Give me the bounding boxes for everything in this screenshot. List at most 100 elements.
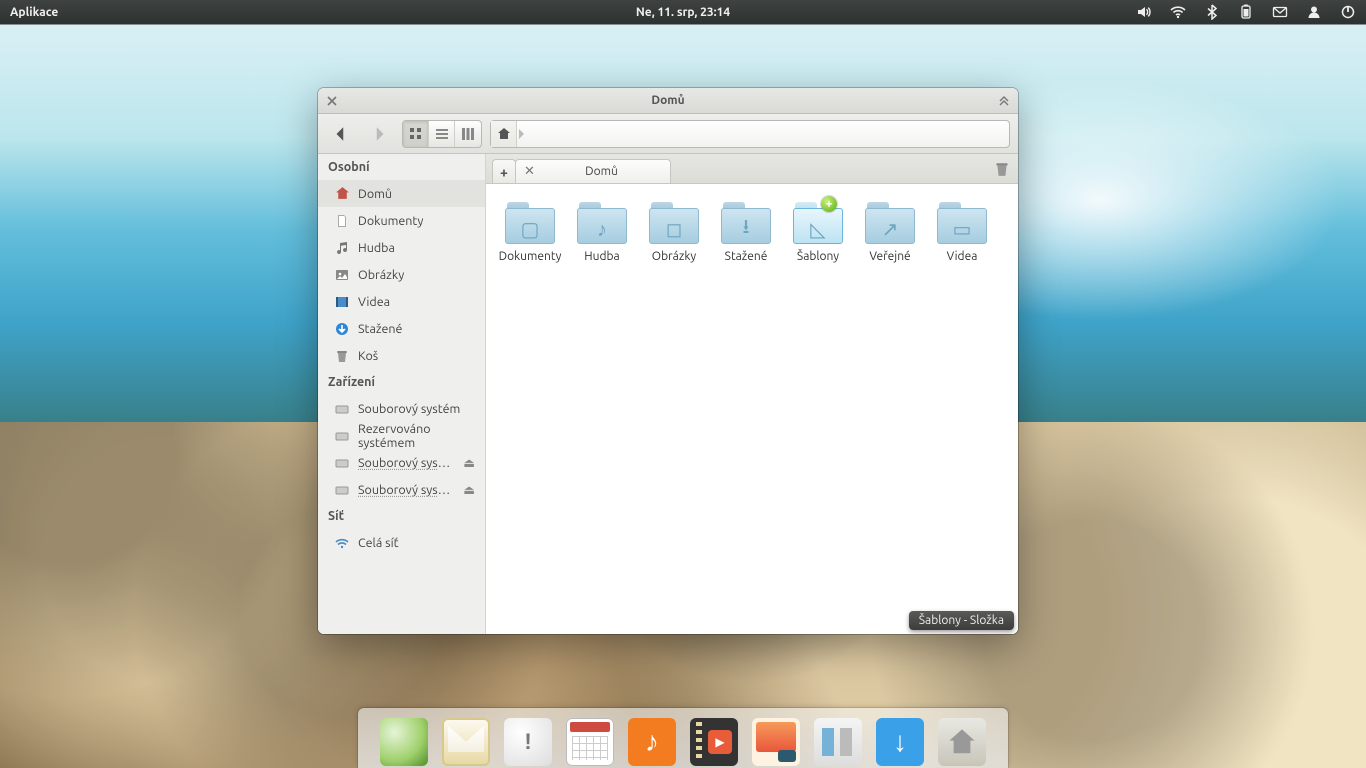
sidebar-item-label: Souborový systé… [358,483,454,497]
new-tab-button[interactable]: + [492,159,516,183]
home-icon [334,186,350,202]
sidebar-item-network[interactable]: Celá síť [318,529,485,556]
file-manager-window: Domů Osobní Domů Dokumenty [318,88,1018,634]
templates-icon: ◺ [791,212,845,246]
videos-icon: ▭ [935,212,989,246]
dock-calendar[interactable] [566,718,614,766]
dock [358,708,1008,768]
sidebar-heading-personal: Osobní [318,154,485,180]
folder-music[interactable]: ♪ Hudba [566,200,638,263]
document-icon: ▢ [503,212,557,246]
sidebar-item-documents[interactable]: Dokumenty [318,207,485,234]
tab-label: Domů [541,165,662,178]
folder-label: Veřejné [869,250,910,263]
sidebar-item-label: Hudba [358,241,395,255]
applications-menu[interactable]: Aplikace [10,6,58,19]
new-badge-icon: + [821,196,837,212]
folder-public[interactable]: ↗ Veřejné [854,200,926,263]
power-icon[interactable] [1340,4,1356,20]
sidebar-item-pictures[interactable]: Obrázky [318,261,485,288]
folder-videos[interactable]: ▭ Videa [926,200,998,263]
sidebar-item-filesystem-3[interactable]: Souborový systé… ⏏ [318,476,485,503]
sidebar-item-label: Souborový systém [358,402,460,416]
nav-forward-button[interactable] [364,120,394,148]
sidebar-item-downloads[interactable]: Stažené [318,315,485,342]
view-mode-switcher [402,120,482,148]
folder-label: Dokumenty [499,250,562,263]
sidebar-item-label: Rezervováno systémem [358,422,475,450]
sidebar-item-videos[interactable]: Videa [318,288,485,315]
sidebar-item-label: Dokumenty [358,214,423,228]
pictures-icon: ◻ [647,212,701,246]
dock-music[interactable] [628,718,676,766]
sidebar-item-label: Videa [358,295,390,309]
pictures-icon [334,267,350,283]
path-chevron-icon [517,127,527,141]
drive-icon [334,401,350,417]
path-bar[interactable] [490,120,1010,148]
window-titlebar[interactable]: Domů [318,88,1018,114]
path-home-button[interactable] [491,121,517,147]
network-icon [334,535,350,551]
sidebar-item-filesystem-2[interactable]: Souborový systé… ⏏ [318,449,485,476]
user-icon[interactable] [1306,4,1322,20]
eject-icon[interactable]: ⏏ [463,455,475,470]
folder-pictures[interactable]: ◻ Obrázky [638,200,710,263]
public-icon: ↗ [863,212,917,246]
dock-files[interactable] [938,718,986,766]
wifi-icon[interactable] [1170,4,1186,20]
sidebar-item-music[interactable]: Hudba [318,234,485,261]
toolbar [318,114,1018,154]
dock-messaging[interactable] [504,718,552,766]
music-icon [334,240,350,256]
document-icon [334,213,350,229]
tab-close-icon[interactable]: ✕ [524,164,535,179]
eject-icon[interactable]: ⏏ [463,482,475,497]
view-list-button[interactable] [429,121,455,147]
tab-trash-icon[interactable] [994,161,1012,177]
dock-video[interactable] [690,718,738,766]
dock-workspace-switcher[interactable] [814,718,862,766]
window-maximize-button[interactable] [996,93,1012,109]
folder-documents[interactable]: ▢ Dokumenty [494,200,566,263]
sidebar-heading-devices: Zařízení [318,369,485,395]
volume-icon[interactable] [1136,4,1152,20]
window-close-button[interactable] [324,93,340,109]
folder-label: Šablony [797,250,839,263]
sidebar-item-trash[interactable]: Koš [318,342,485,369]
sidebar-item-label: Obrázky [358,268,404,282]
dock-browser[interactable] [380,718,428,766]
view-columns-button[interactable] [455,121,481,147]
videos-icon [334,294,350,310]
sidebar: Osobní Domů Dokumenty Hudba Obrázky Vide… [318,154,486,634]
folder-downloads[interactable]: ⭳ Stažené [710,200,782,263]
icon-grid[interactable]: ▢ Dokumenty ♪ Hudba ◻ Obrázky ⭳ Stažené [486,184,1018,634]
folder-templates[interactable]: + ◺ Šablony [782,200,854,263]
sidebar-item-label: Souborový systé… [358,456,454,470]
folder-label: Stažené [725,250,768,263]
sidebar-item-reserved[interactable]: Rezervováno systémem [318,422,485,449]
sidebar-item-label: Domů [358,187,392,201]
tab-home[interactable]: ✕ Domů [515,159,671,183]
nav-back-button[interactable] [326,120,356,148]
mail-icon[interactable] [1272,4,1288,20]
downloads-icon [334,321,350,337]
sidebar-heading-network: Síť [318,503,485,529]
drive-icon [334,428,350,444]
sidebar-item-label: Celá síť [358,536,399,550]
sidebar-item-filesystem[interactable]: Souborový systém [318,395,485,422]
dock-photos[interactable] [752,718,800,766]
battery-icon[interactable] [1238,4,1254,20]
window-title: Domů [651,94,684,107]
folder-label: Hudba [584,250,619,263]
tab-bar: + ✕ Domů [486,154,1018,184]
view-icons-button[interactable] [403,121,429,147]
sidebar-item-home[interactable]: Domů [318,180,485,207]
bluetooth-icon[interactable] [1204,4,1220,20]
sidebar-item-label: Koš [358,349,378,363]
folder-label: Videa [947,250,978,263]
panel-clock[interactable]: Ne, 11. srp, 23:14 [636,6,730,19]
dock-downloads[interactable] [876,718,924,766]
dock-mail[interactable] [442,718,490,766]
folder-label: Obrázky [652,250,696,263]
